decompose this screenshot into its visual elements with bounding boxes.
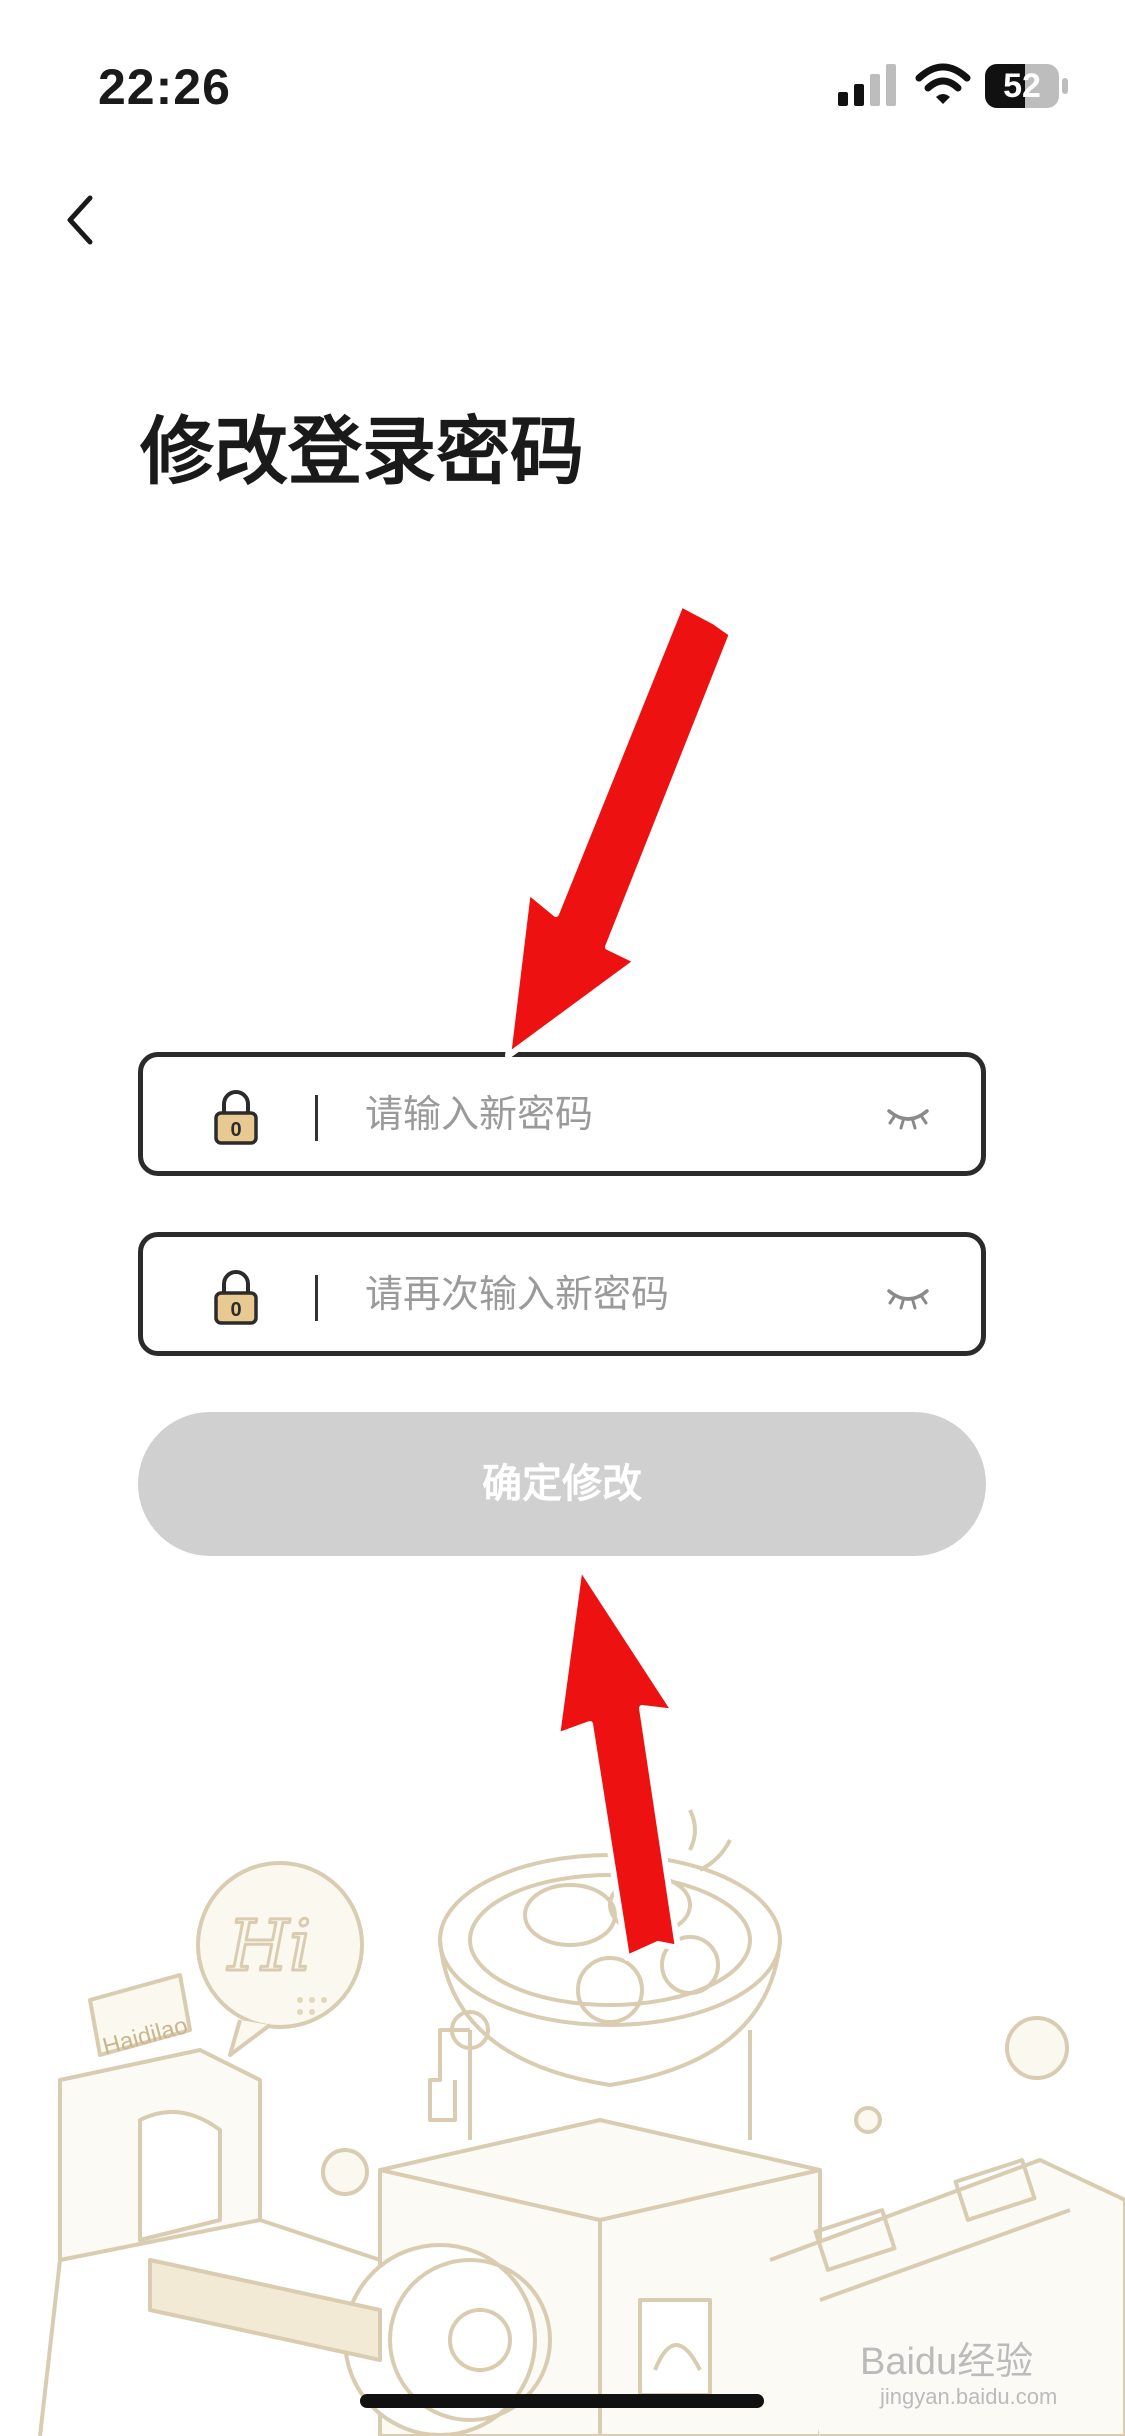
svg-text:0: 0 xyxy=(230,1299,241,1321)
lock-icon: 0 xyxy=(214,1090,258,1145)
confirm-password-placeholder: 请再次输入新密码 xyxy=(365,1272,670,1316)
new-password-placeholder: 请输入新密码 xyxy=(365,1092,594,1136)
text-cursor xyxy=(315,1095,318,1141)
svg-text:Hi: Hi xyxy=(226,1905,311,1987)
eye-closed-icon[interactable] xyxy=(885,1277,931,1317)
watermark-url: jingyan.baidu.com xyxy=(880,2384,1058,2409)
status-time: 22:26 xyxy=(98,59,231,115)
eye-closed-icon[interactable] xyxy=(885,1097,931,1137)
svg-text:0: 0 xyxy=(230,1119,241,1141)
battery-indicator: 52 xyxy=(985,64,1069,108)
confirm-password-field[interactable]: 0 请再次输入新密码 xyxy=(138,1232,986,1356)
page-title: 修改登录密码 xyxy=(140,409,584,495)
hotpot-illustration: Hi Haidilao xyxy=(38,1809,1125,2436)
home-indicator[interactable] xyxy=(360,2394,764,2408)
arrow-down-to-field xyxy=(505,601,735,1059)
status-bar: 22:26 52 xyxy=(0,0,1125,150)
cellular-signal-icon xyxy=(838,64,896,106)
chevron-left-icon xyxy=(67,195,93,245)
back-button[interactable] xyxy=(48,180,128,260)
confirm-change-button[interactable]: 确定修改 xyxy=(138,1412,986,1556)
field-divider xyxy=(315,1275,318,1321)
battery-level: 52 xyxy=(1003,67,1041,105)
new-password-field[interactable]: 0 请输入新密码 xyxy=(138,1052,986,1176)
wifi-icon xyxy=(915,63,971,104)
watermark: Baidu经验 xyxy=(860,2341,1034,2383)
lock-icon: 0 xyxy=(214,1270,258,1325)
